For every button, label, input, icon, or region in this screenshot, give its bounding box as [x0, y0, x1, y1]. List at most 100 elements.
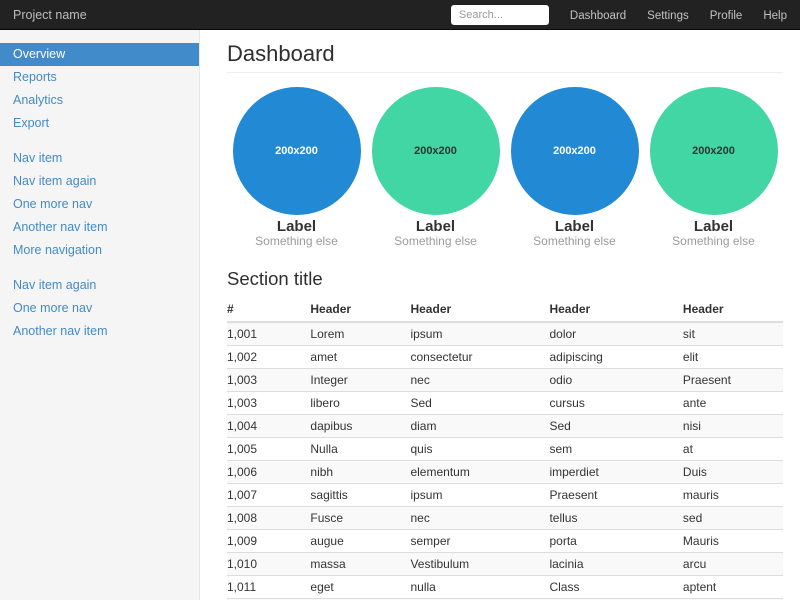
table-cell: dolor: [549, 322, 682, 346]
table-cell: eget: [310, 575, 410, 598]
table-cell: cursus: [549, 391, 682, 414]
sidebar-item-more-navigation[interactable]: More navigation: [0, 239, 199, 262]
table-cell: massa: [310, 552, 410, 575]
nav-item: Help: [742, 6, 787, 24]
table-cell: Mauris: [683, 529, 783, 552]
nav-link-help[interactable]: Help: [763, 10, 787, 22]
table-cell: Duis: [683, 460, 783, 483]
placeholder-col-2: 200x200 LabelSomething else: [366, 87, 505, 248]
sidebar-list-item: Export: [0, 112, 199, 135]
sidebar-item-one-more-nav[interactable]: One more nav: [0, 297, 199, 320]
table-cell: lacinia: [549, 552, 682, 575]
table-cell: nibh: [310, 460, 410, 483]
table-cell: 1,003: [227, 368, 310, 391]
sidebar-item-overview[interactable]: Overview: [0, 43, 199, 66]
table-cell: Praesent: [549, 483, 682, 506]
table-cell: imperdiet: [549, 460, 682, 483]
table-cell: nec: [410, 506, 549, 529]
table-row: 1,003liberoSedcursusante: [227, 391, 783, 414]
placeholder-col-4: 200x200LabelSomething else: [644, 87, 783, 248]
placeholder-label: Label: [227, 218, 366, 235]
table-cell: tellus: [549, 506, 682, 529]
sidebar-list-item: Another nav item: [0, 320, 199, 343]
table-row: 1,010massaVestibulumlaciniaarcu: [227, 552, 783, 575]
table-cell: 1,001: [227, 322, 310, 346]
table-cell: at: [683, 437, 783, 460]
table-cell: 1,002: [227, 345, 310, 368]
sidebar-group-2: Nav itemNav item againOne more navAnothe…: [0, 147, 199, 262]
navbar: Project name DashboardSettingsProfileHel…: [0, 0, 800, 30]
table-head: #HeaderHeaderHeaderHeader: [227, 298, 783, 322]
data-table: #HeaderHeaderHeaderHeader 1,001Loremipsu…: [227, 298, 783, 600]
table-header-row: #HeaderHeaderHeaderHeader: [227, 298, 783, 322]
sidebar-item-another-nav-item[interactable]: Another nav item: [0, 216, 199, 239]
table-row: 1,001Loremipsumdolorsit: [227, 322, 783, 346]
search-input[interactable]: [451, 5, 549, 25]
sidebar-item-another-nav-item[interactable]: Another nav item: [0, 320, 199, 343]
sidebar-list-item: Nav item: [0, 147, 199, 170]
table-cell: semper: [410, 529, 549, 552]
nav-link-settings[interactable]: Settings: [647, 10, 689, 22]
table-cell: ipsum: [410, 322, 549, 346]
table-cell: 1,011: [227, 575, 310, 598]
sidebar-group-3: Nav item againOne more navAnother nav it…: [0, 274, 199, 343]
table-cell: 1,007: [227, 483, 310, 506]
sidebar-list-item: Nav item again: [0, 170, 199, 193]
table-cell: nisi: [683, 414, 783, 437]
sidebar-item-nav-item-again[interactable]: Nav item again: [0, 274, 199, 297]
placeholder-sublabel: Something else: [366, 235, 505, 248]
placeholder-label: Label: [505, 218, 644, 235]
table-cell: 1,008: [227, 506, 310, 529]
sidebar-list-item: One more nav: [0, 193, 199, 216]
nav-item: Profile: [689, 6, 743, 24]
sidebar-item-nav-item[interactable]: Nav item: [0, 147, 199, 170]
table-cell: aptent: [683, 575, 783, 598]
table-cell: 1,009: [227, 529, 310, 552]
table-row: 1,004dapibusdiamSednisi: [227, 414, 783, 437]
placeholder-sublabel: Something else: [644, 235, 783, 248]
sidebar-list-item: Nav item again: [0, 274, 199, 297]
page-title: Dashboard: [227, 42, 783, 73]
table-header-cell: Header: [410, 298, 549, 322]
table-row: 1,003IntegernecodioPraesent: [227, 368, 783, 391]
main-content: Dashboard 200x200LabelSomething else200x…: [200, 30, 800, 600]
table-cell: nec: [410, 368, 549, 391]
table-cell: amet: [310, 345, 410, 368]
sidebar-list-item: One more nav: [0, 297, 199, 320]
placeholder-label: Label: [366, 218, 505, 235]
table-header-cell: Header: [549, 298, 682, 322]
table-header-cell: Header: [683, 298, 783, 322]
sidebar-item-reports[interactable]: Reports: [0, 66, 199, 89]
table-cell: sed: [683, 506, 783, 529]
table-cell: 1,005: [227, 437, 310, 460]
table-cell: Praesent: [683, 368, 783, 391]
sidebar-item-nav-item-again[interactable]: Nav item again: [0, 170, 199, 193]
table-cell: sit: [683, 322, 783, 346]
sidebar-item-export[interactable]: Export: [0, 112, 199, 135]
table-cell: nulla: [410, 575, 549, 598]
table-cell: elementum: [410, 460, 549, 483]
sidebar-item-one-more-nav[interactable]: One more nav: [0, 193, 199, 216]
table-cell: sem: [549, 437, 682, 460]
placeholder-image: 200x200: [650, 87, 778, 215]
nav-link-profile[interactable]: Profile: [710, 10, 743, 22]
table-row: 1,005Nullaquissemat: [227, 437, 783, 460]
table-row: 1,006nibhelementumimperdietDuis: [227, 460, 783, 483]
table-row: 1,002ametconsecteturadipiscingelit: [227, 345, 783, 368]
sidebar-item-analytics[interactable]: Analytics: [0, 89, 199, 112]
table-cell: ipsum: [410, 483, 549, 506]
placeholder-image: 200x200: [511, 87, 639, 215]
table-cell: diam: [410, 414, 549, 437]
nav-link-dashboard[interactable]: Dashboard: [570, 10, 626, 22]
table-cell: 1,006: [227, 460, 310, 483]
placeholder-image: 200x200: [372, 87, 500, 215]
table-cell: Nulla: [310, 437, 410, 460]
table-cell: Fusce: [310, 506, 410, 529]
placeholder-image: 200x200: [233, 87, 361, 215]
placeholder-col-1: 200x200LabelSomething else: [227, 87, 366, 248]
table-cell: elit: [683, 345, 783, 368]
table-row: 1,009auguesemperportaMauris: [227, 529, 783, 552]
table-header-cell: #: [227, 298, 310, 322]
section-title: Section title: [227, 269, 783, 288]
table-body: 1,001Loremipsumdolorsit1,002ametconsecte…: [227, 322, 783, 600]
